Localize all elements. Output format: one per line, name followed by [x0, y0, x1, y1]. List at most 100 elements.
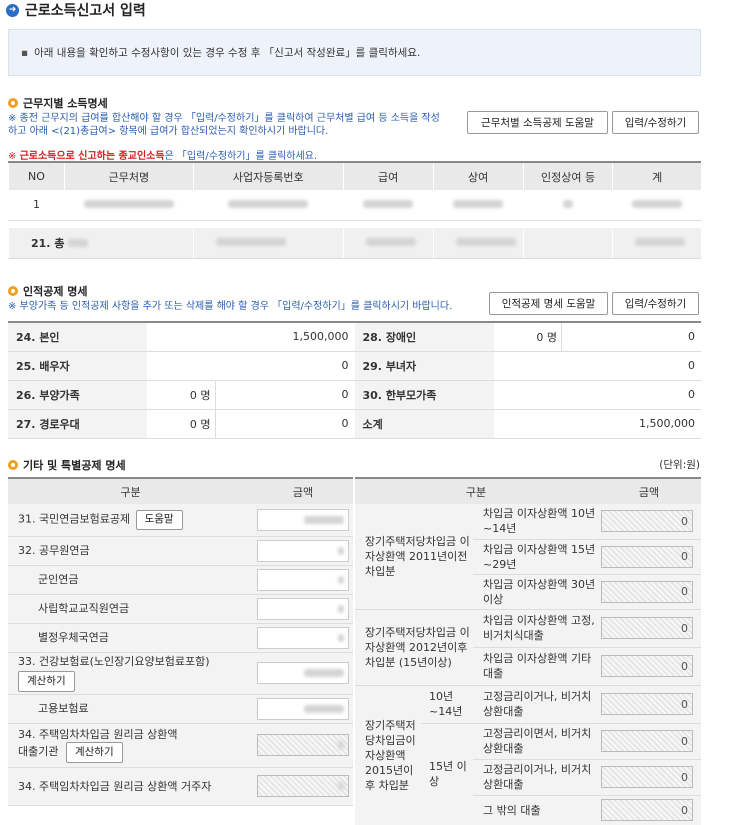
military-pension-input[interactable]	[257, 568, 349, 591]
lease-loan-lender-input[interactable]	[257, 734, 349, 756]
mortgage-2015-other-cell: 0	[597, 795, 701, 825]
col-bonus: 상여	[432, 161, 524, 190]
mortgage-15-29-label: 차입금 이자상환액 15년~29년	[473, 539, 597, 575]
single-parent-label: 30. 한부모가족	[354, 380, 494, 410]
personal-title-text: 인적공제 명세	[23, 285, 88, 298]
mortgage-2015-b-input[interactable]: 0	[601, 730, 693, 752]
mortgage-2015-a-label: 고정금리이거나, 비거치상환대출	[473, 685, 597, 724]
lease-calc-button[interactable]: 계산하기	[65, 742, 123, 763]
mortgage-other-cell: 0	[597, 647, 701, 686]
page-title: ➜ 근로소득신고서 입력	[6, 0, 146, 20]
personal-note: ※ 부양가족 등 인적공제 사항을 추가 또는 삭제를 해야 할 경우 「입력/…	[8, 301, 453, 312]
mortgage-2012-label: 장기주택저당차입금 이자상환액 2012년이후 차입분 (15년이상)	[355, 609, 473, 686]
notice-box: ▪ 아래 내용을 확인하고 수정사항이 있는 경우 수정 후 「신고서 작성완료…	[8, 29, 701, 76]
total-bonus	[432, 228, 524, 259]
subtotal-amount: 1,500,000	[493, 409, 701, 439]
arrow-right-icon: ➜	[6, 3, 19, 17]
section-bullet-icon	[8, 460, 18, 470]
school-pension-label: 사립학교교직원연금	[8, 594, 253, 624]
lease-loan-lender-text: 34. 주택임차차입금 원리금 상환액	[18, 728, 178, 741]
school-pension-input[interactable]	[257, 597, 349, 620]
employment-insurance-input[interactable]	[257, 697, 349, 720]
mortgage-15-29-input[interactable]: 0	[601, 545, 693, 568]
pension-help-button[interactable]: 도움말	[135, 509, 183, 530]
mortgage-2015-b-cell: 0	[597, 723, 701, 760]
employment-insurance-label: 고용보험료	[8, 694, 253, 724]
lender-text: 대출기관	[18, 745, 59, 758]
table-row: 별정우체국연금	[8, 623, 353, 653]
personal-table: 24. 본인 1,500,000 28. 장애인 0 명 0 25. 배우자 0…	[8, 321, 701, 439]
dependents-count: 0 명	[147, 380, 216, 410]
health-calc-button[interactable]: 계산하기	[18, 671, 75, 692]
civil-pension-input[interactable]	[257, 539, 349, 562]
other-section-title: 기타 및 특별공제 명세	[8, 457, 126, 473]
mortgage-10-14-input[interactable]: 0	[601, 510, 693, 533]
mortgage-2015-a-input[interactable]: 0	[601, 693, 693, 715]
mortgage-fixed-cell: 0	[597, 609, 701, 648]
table-row: 고용보험료	[8, 694, 353, 724]
personal-help-button[interactable]: 인적공제 명세 도움말	[489, 292, 608, 315]
lease-loan-resident-cell	[253, 767, 353, 806]
work-note: ※ 종전 근무지의 급여를 합산해야 할 경우 「입력/수정하기」를 클릭하여 …	[8, 113, 440, 137]
other-title-text: 기타 및 특별공제 명세	[23, 459, 126, 472]
table-row: 군인연금	[8, 565, 353, 595]
mortgage-2015-15-label: 15년 이상	[421, 723, 473, 825]
col-item-right: 구분	[355, 477, 597, 504]
mortgage-2015-c-input[interactable]: 0	[601, 766, 693, 788]
table-row: 24. 본인 1,500,000 28. 장애인 0 명 0	[8, 321, 701, 352]
mortgage-other-label: 차입금 이자상환액 기타대출	[473, 647, 597, 686]
health-insurance-text: 33. 건강보험료(노인장기요양보험료포함)	[18, 655, 210, 668]
work-edit-button[interactable]: 입력/수정하기	[612, 111, 699, 134]
postal-pension-input[interactable]	[257, 626, 349, 649]
employment-insurance-cell	[253, 694, 353, 724]
col-total: 계	[612, 161, 701, 190]
other-right-table: 구분 금액 장기주택저당차입금 이자상환액 2011년이전 차입분 차입금 이자…	[355, 477, 701, 825]
table-row: 33. 건강보험료(노인장기요양보험료포함) 계산하기	[8, 652, 353, 695]
mortgage-2015-label: 장기주택저당차입금이자상환액 2015년이후 차입분	[355, 685, 421, 825]
mortgage-fixed-input[interactable]: 0	[601, 617, 693, 639]
mortgage-other-input[interactable]: 0	[601, 655, 693, 677]
military-pension-label: 군인연금	[8, 565, 253, 595]
work-title-text: 근무지별 소득명세	[23, 97, 108, 110]
work-help-button[interactable]: 근무처별 소득공제 도움말	[467, 111, 608, 134]
health-insurance-input[interactable]	[257, 662, 349, 684]
bonus	[432, 190, 524, 221]
mortgage-2015-other-input[interactable]: 0	[601, 799, 693, 821]
table-row: 장기주택저당차입금 이자상환액 2012년이후 차입분 (15년이상) 차입금 …	[355, 609, 701, 686]
table-row: 25. 배우자 0 29. 부녀자 0	[8, 351, 701, 381]
col-bizno: 사업자등록번호	[192, 161, 344, 190]
row-total	[612, 190, 701, 221]
other-left-table: 구분 금액 31. 국민연금보험료공제 도움말 32. 공무원연금 군인연금 사…	[8, 477, 353, 806]
table-row: 27. 경로우대 0 명 0 소계 1,500,000	[8, 409, 701, 439]
self-amount: 1,500,000	[147, 321, 355, 352]
mortgage-10-14-label: 차입금 이자상환액 10년~14년	[473, 504, 597, 540]
national-pension-input[interactable]	[257, 508, 349, 531]
personal-edit-button[interactable]: 입력/수정하기	[612, 292, 699, 315]
lease-loan-lender-cell	[253, 723, 353, 768]
salary	[342, 190, 434, 221]
col-amount-right: 금액	[597, 477, 701, 504]
dependents-label: 26. 부양가족	[8, 380, 147, 410]
mortgage-2015-c-label: 고정금리이거나, 비거치상환대출	[473, 759, 597, 796]
lease-loan-resident-input[interactable]	[257, 775, 349, 797]
disabled-label: 28. 장애인	[354, 321, 494, 352]
table-row: 26. 부양가족 0 명 0 30. 한부모가족 0	[8, 380, 701, 410]
female-amount: 0	[493, 351, 701, 381]
national-pension-label: 31. 국민연금보험료공제 도움말	[8, 504, 253, 537]
mortgage-30-label: 차입금 이자상환액 30년 이상	[473, 574, 597, 610]
other-right-header: 구분 금액	[355, 477, 701, 504]
disabled-count: 0 명	[493, 321, 562, 352]
elderly-count: 0 명	[147, 409, 216, 439]
deemed-bonus	[522, 190, 613, 221]
total-label-text: 21. 총	[31, 236, 65, 250]
company-name	[63, 190, 194, 221]
col-deemed-bonus: 인정상여 등	[522, 161, 613, 190]
col-company: 근무처명	[63, 161, 194, 190]
section-bullet-icon	[8, 286, 18, 296]
col-item: 구분	[8, 477, 253, 504]
mortgage-30-input[interactable]: 0	[601, 580, 693, 603]
mortgage-fixed-label: 차입금 이자상환액 고정,비거치식대출	[473, 609, 597, 648]
section-bullet-icon	[8, 98, 18, 108]
page-title-text: 근로소득신고서 입력	[25, 3, 146, 19]
table-row: 사립학교교직원연금	[8, 594, 353, 624]
